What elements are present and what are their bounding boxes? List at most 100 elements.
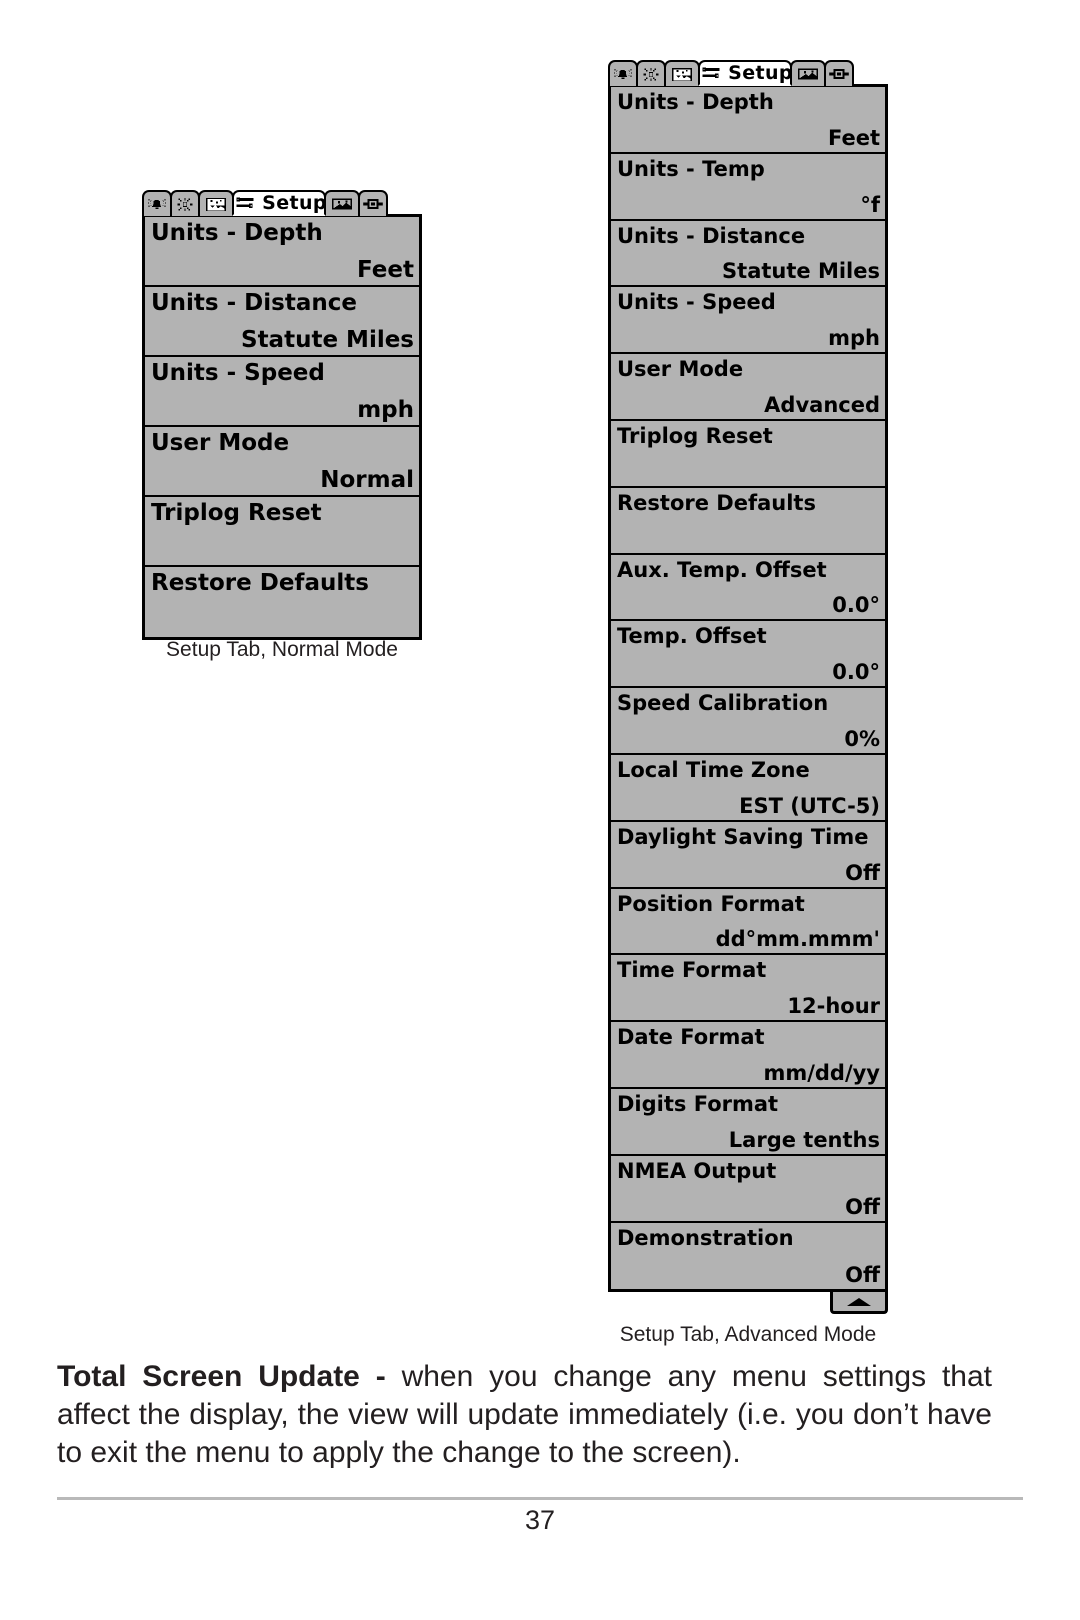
menu-row[interactable]: NMEA Output Off [611,1155,885,1223]
menu-list-advanced[interactable]: Units - Depth Feet Units - Temp °f Units - D… [608,84,888,1293]
menu-row-value: °f [860,192,880,217]
menu-row-label: Triplog Reset [617,423,773,448]
tab-sun-brightness[interactable] [636,60,666,86]
alarm-bell-icon [613,67,633,81]
menu-row-label: Restore Defaults [617,490,816,515]
menu-row-value: mph [357,397,414,423]
menu-row-value: Normal [320,467,414,493]
menu-row-value: Off [845,860,880,885]
menu-row[interactable]: Units - Depth Feet [611,87,885,154]
menu-row-value: EST (UTC-5) [739,793,880,818]
menu-row-value: Statute Miles [241,327,414,353]
caption-normal-mode: Setup Tab, Normal Mode [166,638,398,661]
menu-row-label: User Mode [151,430,290,456]
tab-sonar-chart[interactable] [198,190,234,216]
tab-sun-brightness[interactable] [170,190,200,216]
setup-wrench-icon [235,196,255,210]
menu-row[interactable]: Units - Distance Statute Miles [145,287,419,357]
page-number: 37 [524,1505,556,1535]
menu-row[interactable]: Aux. Temp. Offset 0.0° [611,554,885,622]
tab-bar-normal[interactable]: Setup [142,190,422,216]
menu-row-label: Temp. Offset [617,624,767,649]
tab-sonar-chart[interactable] [664,60,700,86]
menu-row[interactable]: Demonstration Off [611,1222,885,1290]
menu-row-label: Demonstration [617,1225,794,1250]
menu-row-value: Off [845,1194,880,1219]
menu-row-value: Off [845,1263,880,1288]
sonar-chart-icon [672,67,693,82]
menu-row[interactable]: Speed Calibration 0% [611,688,885,755]
menu-row-label: Units - Distance [151,290,357,316]
menu-row[interactable]: Units - Speed mph [145,357,419,427]
tab-accessory-box[interactable] [358,190,388,216]
menu-row[interactable]: Restore Defaults [145,567,419,637]
menu-row-label: Local Time Zone [617,757,810,782]
tab-setup-label: Setup [262,192,327,214]
setup-wrench-icon [701,66,721,80]
menu-row-label: Digits Format [617,1091,779,1116]
menu-row[interactable]: Units - Temp °f [611,153,885,221]
tab-view-image[interactable] [324,190,360,216]
menu-row[interactable]: Position Format dd°mm.mmm' [611,888,885,956]
accessory-box-icon [363,197,383,211]
menu-row-label: Units - Speed [151,360,325,386]
alarm-bell-icon [147,197,167,211]
menu-row[interactable]: Restore Defaults [611,487,885,555]
menu-row-label: Restore Defaults [151,570,369,596]
tab-alarm-bell[interactable] [608,60,638,86]
menu-row[interactable]: Temp. Offset 0.0° [611,621,885,689]
tab-alarm-bell[interactable] [142,190,172,216]
menu-row-label: Position Format [617,891,805,916]
body-paragraph: Total Screen Update - when you change an… [57,1358,992,1472]
menu-row-label: Aux. Temp. Offset [617,557,827,582]
menu-row-value: Statute Miles [722,259,880,284]
menu-row[interactable]: Time Format 12-hour [611,955,885,1023]
scroll-up-arrow-icon[interactable] [830,1292,888,1315]
footer-divider [57,1497,1023,1500]
menu-row[interactable]: Units - Distance Statute Miles [611,220,885,288]
menu-row[interactable]: Digits Format Large tenths [611,1088,885,1156]
menu-row-label: Units - Temp [617,156,765,181]
tab-view-image[interactable] [790,60,826,86]
body-paragraph-lead: Total Screen Update - [57,1360,386,1393]
menu-row-label: Speed Calibration [617,691,829,716]
menu-row-value: 12-hour [787,994,880,1019]
menu-row[interactable]: User Mode Normal [145,427,419,497]
menu-list-normal[interactable]: Units - Depth Feet Units - Distance Statute… [142,214,422,640]
menu-row[interactable]: Triplog Reset [145,497,419,567]
menu-row-label: Units - Speed [617,290,776,315]
menu-row-label: User Mode [617,357,744,382]
menu-row-value: Feet [357,257,414,283]
sonar-chart-icon [206,197,227,212]
menu-row[interactable]: Units - Speed mph [611,287,885,355]
menu-row-label: Units - Depth [151,220,323,246]
menu-row[interactable]: Local Time Zone EST (UTC-5) [611,754,885,822]
tab-setup-wrench[interactable]: Setup [232,190,326,216]
menu-row-label: NMEA Output [617,1158,777,1183]
menu-row-value: dd°mm.mmm' [715,927,880,952]
menu-row[interactable]: Daylight Saving Time Off [611,821,885,889]
menu-row-value: Advanced [764,392,880,417]
accessory-box-icon [829,67,849,81]
sun-brightness-icon [177,197,194,212]
menu-row[interactable]: Date Format mm/dd/yy [611,1022,885,1089]
sun-brightness-icon [643,67,660,82]
tab-setup-wrench[interactable]: Setup [698,60,792,86]
menu-row-value: 0.0° [832,593,880,618]
menu-row-value: mph [828,326,880,351]
menu-row-label: Units - Distance [617,223,806,248]
setup-tab-normal-mode-screenshot: Setup Units - Depth Feet Units - Distance S… [142,190,422,640]
menu-row[interactable]: Triplog Reset [611,420,885,488]
menu-row[interactable]: Units - Depth Feet [145,217,419,287]
view-image-icon [332,197,353,211]
view-image-icon [798,67,819,81]
menu-row-value: 0.0° [832,660,880,685]
menu-row-label: Units - Depth [617,90,774,114]
menu-row-value: Large tenths [728,1127,880,1152]
tab-setup-label: Setup [728,62,793,84]
menu-row[interactable]: User Mode Advanced [611,354,885,421]
tab-accessory-box[interactable] [824,60,854,86]
menu-row-value: Feet [827,125,880,150]
menu-row-label: Date Format [617,1025,765,1050]
tab-bar-advanced[interactable]: Setup [608,60,888,86]
